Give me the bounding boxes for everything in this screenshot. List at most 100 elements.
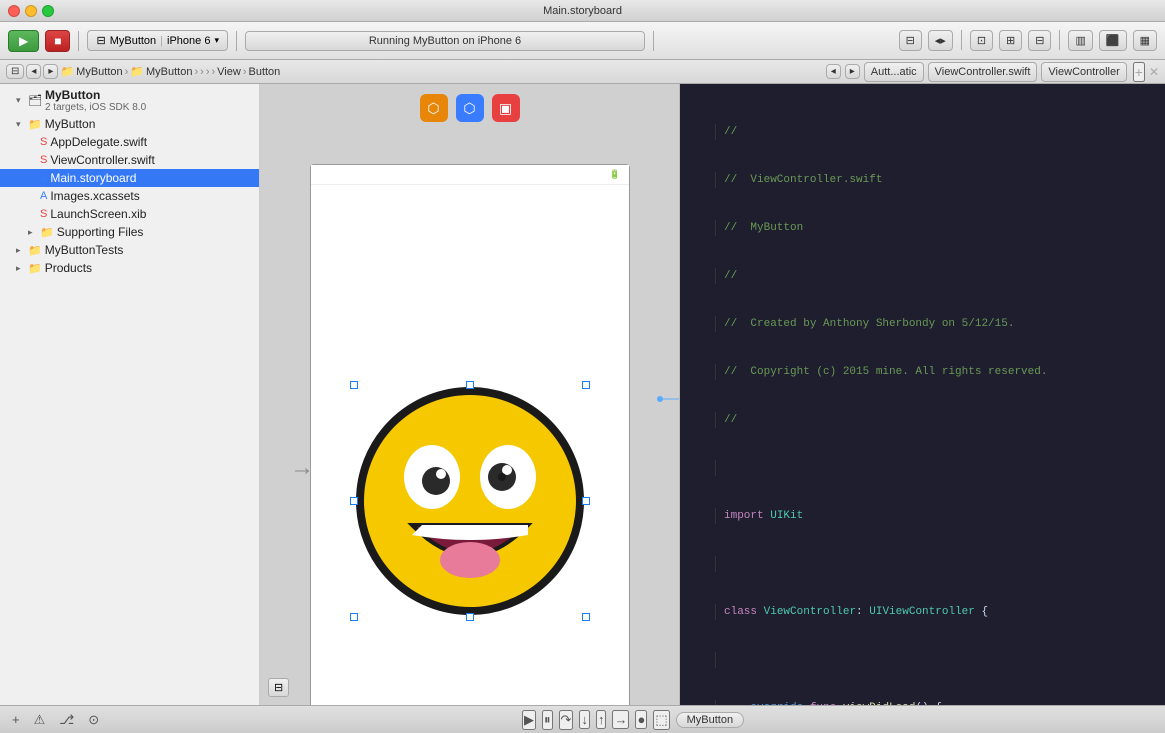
xib-icon: S bbox=[40, 208, 47, 220]
sidebar-item-mainstoryboard[interactable]: S Main.storyboard bbox=[0, 169, 259, 187]
debug-record-button[interactable]: ● bbox=[635, 710, 647, 729]
sidebar-label-images: Images.xcassets bbox=[50, 189, 139, 203]
scheme-selector[interactable]: ⊟ MyButton | iPhone 6 ▾ bbox=[87, 30, 228, 51]
root-label: MyButton bbox=[45, 88, 146, 102]
breadcrumb-button[interactable]: Button bbox=[248, 66, 280, 78]
running-status: Running MyButton on iPhone 6 bbox=[245, 31, 645, 51]
code-text: // bbox=[724, 412, 1165, 428]
git-button[interactable]: ⎇ bbox=[55, 710, 78, 730]
scheme-icon: ⊟ bbox=[96, 34, 105, 47]
sidebar-label-appdelegate: AppDelegate.swift bbox=[50, 135, 147, 149]
jump-back[interactable]: ◂ bbox=[826, 64, 841, 79]
hide-debug-button[interactable]: ⬛ bbox=[1099, 30, 1127, 51]
line-num bbox=[680, 700, 716, 705]
line-num bbox=[680, 268, 716, 284]
hide-utilities-button[interactable]: ▦ bbox=[1133, 30, 1157, 51]
line-num bbox=[680, 556, 716, 572]
sb-scene-button[interactable]: ⊟ bbox=[268, 678, 289, 697]
sb-button-1[interactable]: ⬡ bbox=[420, 94, 448, 122]
step-in-button[interactable]: ↓ bbox=[579, 710, 590, 729]
selection-handle-bm bbox=[466, 613, 474, 621]
jump-file-1[interactable]: ViewController.swift bbox=[928, 62, 1038, 82]
debug-pause-button[interactable]: ⏸ bbox=[542, 710, 553, 730]
code-line: class ViewController: UIViewController { bbox=[680, 604, 1165, 620]
view-switcher-button[interactable]: ⊟ bbox=[899, 30, 922, 51]
code-line: // bbox=[680, 124, 1165, 140]
editor-standard-button[interactable]: ⊡ bbox=[970, 30, 993, 51]
toolbar-separator-3 bbox=[653, 31, 654, 51]
maximize-button[interactable] bbox=[42, 5, 54, 17]
emoji-image[interactable] bbox=[354, 385, 586, 617]
code-text: // MyButton bbox=[724, 220, 1165, 236]
selection-handle-br bbox=[582, 613, 590, 621]
sidebar-label-mainstoryboard: Main.storyboard bbox=[50, 171, 136, 185]
breadcrumb-view[interactable]: View bbox=[217, 66, 241, 78]
selection-handle-tr bbox=[582, 381, 590, 389]
sidebar-item-mybutton[interactable]: 📁 MyButton bbox=[0, 115, 259, 133]
sidebar-root[interactable]: 🗂 MyButton 2 targets, iOS SDK 8.0 bbox=[0, 84, 259, 115]
code-line: import UIKit bbox=[680, 508, 1165, 524]
step-out-button[interactable]: ↑ bbox=[596, 710, 607, 729]
jump-file-2[interactable]: ViewController bbox=[1041, 62, 1126, 82]
root-arrow-icon bbox=[16, 95, 28, 106]
editor-version-button[interactable]: ⊟ bbox=[1028, 30, 1051, 51]
breadcrumb-forward[interactable]: ▸ bbox=[43, 64, 58, 79]
sb-button-3[interactable]: ▣ bbox=[492, 94, 520, 122]
warning-button[interactable]: ⚠ bbox=[30, 710, 50, 730]
sidebar-item-products[interactable]: 📁 Products bbox=[0, 259, 259, 277]
sidebar-item-images[interactable]: A Images.xcassets bbox=[0, 187, 259, 205]
run-button[interactable]: ▶ bbox=[8, 30, 39, 52]
breadcrumb-label: MyButton bbox=[76, 66, 122, 78]
sidebar-item-appdelegate[interactable]: S AppDelegate.swift bbox=[0, 133, 259, 151]
editor-area: ⬡ ⬡ ▣ → 🔋 bbox=[260, 84, 1165, 705]
layout-toggle-button[interactable]: ⊟ bbox=[6, 64, 24, 79]
supporting-arrow-icon bbox=[28, 227, 40, 238]
breadcrumb-item-2[interactable]: 📁 MyButton bbox=[130, 65, 192, 78]
navigator-toggle-button[interactable]: ◂▸ bbox=[928, 30, 953, 51]
breadcrumb-back[interactable]: ◂ bbox=[26, 64, 41, 79]
sidebar-item-supportingfiles[interactable]: 📁 Supporting Files bbox=[0, 223, 259, 241]
sidebar-item-mybuttontests[interactable]: 📁 MyButtonTests bbox=[0, 241, 259, 259]
editor-assistant-button[interactable]: ⊞ bbox=[999, 30, 1022, 51]
toolbar: ▶ ■ ⊟ MyButton | iPhone 6 ▾ Running MyBu… bbox=[0, 22, 1165, 60]
code-line: override func viewDidLoad() { bbox=[680, 700, 1165, 705]
code-text bbox=[724, 556, 1165, 572]
code-text bbox=[724, 652, 1165, 668]
sidebar-label-supporting: Supporting Files bbox=[57, 225, 144, 239]
sidebar-label-products: Products bbox=[45, 261, 92, 275]
debug-scheme-label: MyButton bbox=[676, 712, 744, 728]
window-title: Main.storyboard bbox=[543, 5, 622, 17]
toolbar-right: ⊟ ◂▸ ⊡ ⊞ ⊟ ▥ ⬛ ▦ bbox=[899, 30, 1157, 51]
step-over-button[interactable]: ↷ bbox=[559, 710, 574, 730]
breadcrumb-item[interactable]: 📁 MyButton bbox=[60, 65, 122, 78]
debug-location-button[interactable]: → bbox=[612, 710, 629, 729]
code-line: // MyButton bbox=[680, 220, 1165, 236]
filter-button[interactable]: ⊙ bbox=[84, 710, 103, 730]
project-icon: 🗂 bbox=[28, 94, 42, 107]
minimize-button[interactable] bbox=[25, 5, 37, 17]
sidebar-item-viewcontroller[interactable]: S ViewController.swift bbox=[0, 151, 259, 169]
close-editor-button[interactable]: ✕ bbox=[1149, 65, 1159, 79]
jump-file-1-label: ViewController.swift bbox=[935, 66, 1031, 78]
debug-play-button[interactable]: ▶ bbox=[522, 710, 536, 730]
sidebar-item-launchscreen[interactable]: S LaunchScreen.xib bbox=[0, 205, 259, 223]
add-file-button[interactable]: + bbox=[8, 710, 24, 729]
code-editor[interactable]: // // ViewController.swift // MyButton /… bbox=[680, 84, 1165, 705]
add-editor-button[interactable]: + bbox=[1133, 62, 1145, 82]
stop-button[interactable]: ■ bbox=[45, 30, 70, 52]
jump-automatic[interactable]: Autt...atic bbox=[864, 62, 924, 82]
code-text: // bbox=[724, 124, 1165, 140]
bc-sep-3: › bbox=[200, 66, 204, 78]
breadcrumb-bar: ⊟ ◂ ▸ 📁 MyButton › 📁 MyButton › › › › Vi… bbox=[0, 60, 1165, 84]
hide-navigator-button[interactable]: ▥ bbox=[1068, 30, 1092, 51]
traffic-lights bbox=[8, 5, 54, 17]
emoji-svg bbox=[354, 385, 586, 617]
assets-icon: A bbox=[40, 190, 47, 202]
status-bar: 🔋 bbox=[311, 165, 629, 185]
jump-forward[interactable]: ▸ bbox=[845, 64, 860, 79]
debug-sim-button[interactable]: ⬚ bbox=[653, 710, 669, 730]
close-button[interactable] bbox=[8, 5, 20, 17]
sb-button-2[interactable]: ⬡ bbox=[456, 94, 484, 122]
toolbar-sep-4 bbox=[961, 30, 962, 50]
storyboard-canvas[interactable]: ⬡ ⬡ ▣ → 🔋 bbox=[260, 84, 680, 705]
